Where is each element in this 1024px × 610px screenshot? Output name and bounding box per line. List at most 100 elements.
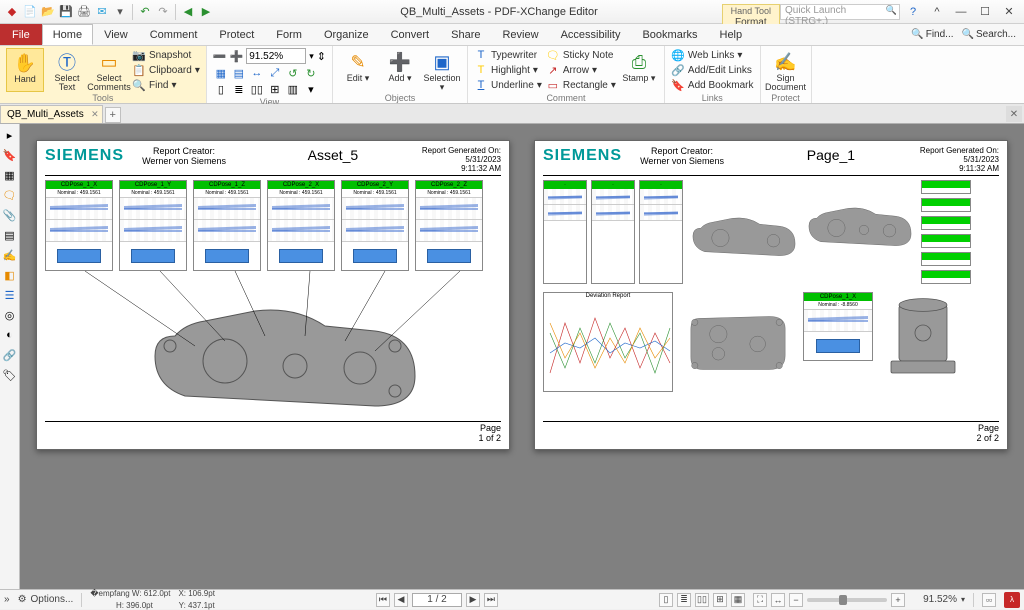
underline-button[interactable]: TUnderline▾	[474, 78, 542, 92]
layout-squares-icon[interactable]: ▫▫	[982, 593, 996, 607]
thumbnails-panel-icon[interactable]: ▦	[3, 168, 17, 182]
menu-convert[interactable]: Convert	[380, 24, 441, 45]
continuous-icon[interactable]: ≣	[231, 82, 247, 96]
prev-page-icon[interactable]: ◀	[394, 593, 408, 607]
view-more-icon[interactable]: ▾	[303, 82, 319, 96]
open-icon[interactable]: 📂	[40, 4, 56, 20]
find-button[interactable]: 🔍Find...	[911, 29, 953, 40]
quick-launch-input[interactable]: Quick Launch (STRG+.)	[780, 4, 900, 20]
minimize-icon[interactable]: —	[950, 3, 972, 21]
add-tab-button[interactable]: +	[105, 107, 121, 123]
content-panel-icon[interactable]: ☰	[3, 288, 17, 302]
menu-home[interactable]: Home	[42, 24, 93, 45]
zoom-slider[interactable]	[807, 598, 887, 602]
status-expand-icon[interactable]: »	[4, 594, 10, 605]
snapshot-button[interactable]: 📷Snapshot	[132, 48, 200, 62]
menu-protect[interactable]: Protect	[208, 24, 265, 45]
maximize-icon[interactable]: ☐	[974, 3, 996, 21]
layout-icon[interactable]: ▥	[285, 82, 301, 96]
zoom-spin-icon[interactable]: ⇕	[317, 50, 326, 63]
fit-width-icon[interactable]: ↔	[249, 66, 265, 80]
zoom-dropdown-icon[interactable]: ▾	[309, 51, 314, 62]
new-icon[interactable]: 📄	[22, 4, 38, 20]
menu-view[interactable]: View	[93, 24, 139, 45]
fit-page-icon[interactable]: ▤	[231, 66, 247, 80]
comments-panel-icon[interactable]: 🗨	[3, 188, 17, 202]
page-number-field[interactable]: 1 / 2	[412, 593, 462, 607]
rotate-ccw-icon[interactable]: ↺	[285, 66, 301, 80]
page-viewport[interactable]: SIEMENS Report Creator:Werner von Siemen…	[20, 124, 1024, 589]
bookmarks-panel-icon[interactable]: 🔖	[3, 148, 17, 162]
menu-comment[interactable]: Comment	[139, 24, 209, 45]
close-tab-icon[interactable]: ✕	[91, 109, 99, 120]
single-page-icon[interactable]: ▯	[213, 82, 229, 96]
signatures-panel-icon[interactable]: ✍	[3, 248, 17, 262]
fields-panel-icon[interactable]: ▤	[3, 228, 17, 242]
arrow-button[interactable]: ↗Arrow▾	[546, 63, 616, 77]
zoom-out-btn-icon[interactable]: −	[789, 593, 803, 607]
sign-document-button[interactable]: ✍Sign Document	[767, 48, 805, 92]
options-button[interactable]: ⚙ Options...	[18, 594, 74, 605]
layout-cont-icon[interactable]: ≣	[677, 593, 691, 607]
menu-form[interactable]: Form	[265, 24, 313, 45]
save-icon[interactable]: 💾	[58, 4, 74, 20]
destinations-panel-icon[interactable]: ◎	[3, 308, 17, 322]
layers-panel-icon[interactable]: ◧	[3, 268, 17, 282]
rectangle-button[interactable]: ▭Rectangle▾	[546, 78, 616, 92]
zoom-readout[interactable]: 91.52%	[909, 594, 957, 605]
file-menu[interactable]: File	[0, 24, 42, 45]
select-text-button[interactable]: Ⓣ Select Text	[48, 48, 86, 92]
add-button[interactable]: ➕Add ▾	[381, 48, 419, 92]
layout-twocont-icon[interactable]: ⊞	[713, 593, 727, 607]
nav-back-icon[interactable]: ◀	[180, 4, 196, 20]
sticky-note-button[interactable]: 🗨Sticky Note	[546, 48, 616, 62]
rotate-cw-icon[interactable]: ↻	[303, 66, 319, 80]
find-tool-button[interactable]: 🔍Find▾	[132, 78, 200, 92]
panel-options-icon[interactable]: ▸	[3, 128, 17, 142]
ribbon-collapse-icon[interactable]: ^	[926, 3, 948, 21]
close-all-tabs-icon[interactable]: ✕	[1006, 106, 1022, 122]
help-icon[interactable]: ?	[902, 3, 924, 21]
print-icon[interactable]: 🖨	[76, 4, 92, 20]
attachments-panel-icon[interactable]: 📎	[3, 208, 17, 222]
close-window-icon[interactable]: ✕	[998, 3, 1020, 21]
zoom-menu-icon[interactable]: ▾	[961, 595, 965, 604]
menu-bookmarks[interactable]: Bookmarks	[631, 24, 708, 45]
tags-panel-icon[interactable]: 🏷	[3, 368, 17, 382]
add-bookmark-button[interactable]: 🔖Add Bookmark	[671, 78, 754, 92]
menu-share[interactable]: Share	[440, 24, 491, 45]
zoom-value-field[interactable]: 91.52%	[246, 48, 306, 64]
selection-button[interactable]: ▣Selection ▾	[423, 48, 461, 92]
search-button[interactable]: 🔍Search...	[962, 29, 1016, 40]
actual-size-icon[interactable]: ▦	[213, 66, 229, 80]
typewriter-button[interactable]: TTypewriter	[474, 48, 542, 62]
layout-single-icon[interactable]: ▯	[659, 593, 673, 607]
layout-grid-icon[interactable]: ▦	[731, 593, 745, 607]
pdf-badge-icon[interactable]: λ	[1004, 592, 1020, 608]
redo-icon[interactable]: ↷	[155, 4, 171, 20]
fit-visible-icon[interactable]: ⤢	[267, 66, 283, 80]
fit-width-btn-icon[interactable]: ↔	[771, 593, 785, 607]
last-page-icon[interactable]: ⏭	[484, 593, 498, 607]
web-links-button[interactable]: 🌐Web Links▾	[671, 48, 754, 62]
first-page-icon[interactable]: ⏮	[376, 593, 390, 607]
select-comments-button[interactable]: ▭ Select Comments	[90, 48, 128, 92]
menu-help[interactable]: Help	[709, 24, 754, 45]
two-page-icon[interactable]: ▯▯	[249, 82, 265, 96]
stamp-button[interactable]: ⎙Stamp ▾	[620, 48, 658, 92]
menu-review[interactable]: Review	[491, 24, 549, 45]
undo-icon[interactable]: ↶	[137, 4, 153, 20]
add-edit-links-button[interactable]: 🔗Add/Edit Links	[671, 63, 754, 77]
highlight-button[interactable]: THighlight▾	[474, 63, 542, 77]
nav-fwd-icon[interactable]: ▶	[198, 4, 214, 20]
document-tab[interactable]: QB_Multi_Assets ✕	[0, 105, 103, 123]
menu-organize[interactable]: Organize	[313, 24, 380, 45]
hand-button[interactable]: ✋ Hand	[6, 48, 44, 92]
links-panel-icon[interactable]: 🔗	[3, 348, 17, 362]
layout-two-icon[interactable]: ▯▯	[695, 593, 709, 607]
dcontrast-panel-icon[interactable]: ◐	[3, 328, 17, 342]
zoom-out-icon[interactable]: ➖	[213, 50, 227, 63]
two-cont-icon[interactable]: ⊞	[267, 82, 283, 96]
clipboard-button[interactable]: 📋Clipboard▾	[132, 63, 200, 77]
zoom-in-btn-icon[interactable]: +	[891, 593, 905, 607]
